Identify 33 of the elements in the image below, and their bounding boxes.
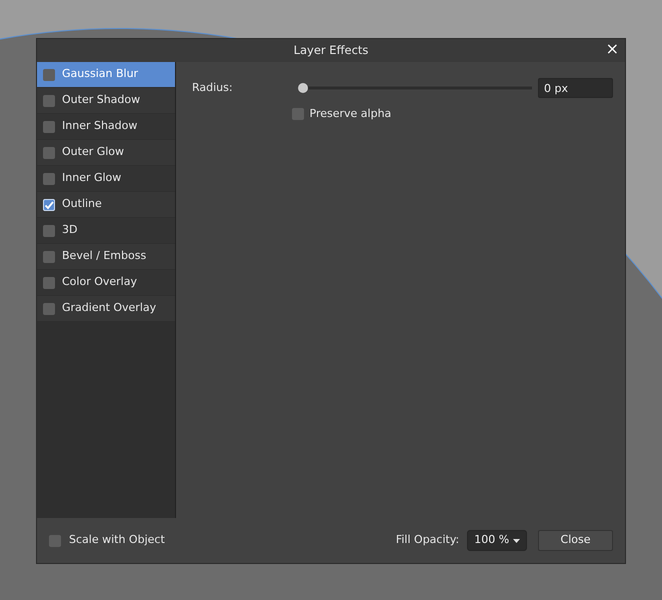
effect-list-item[interactable]: Bevel / Emboss xyxy=(37,244,175,270)
effect-list-item[interactable]: Color Overlay xyxy=(37,270,175,296)
effect-list-item[interactable]: Outer Shadow xyxy=(37,88,175,114)
effect-checkbox[interactable] xyxy=(43,146,55,158)
effect-checkbox[interactable] xyxy=(43,276,55,288)
scale-with-object-checkbox[interactable] xyxy=(49,534,61,546)
effect-list-item[interactable]: Outer Glow xyxy=(37,140,175,166)
radius-input-field[interactable]: 0 px xyxy=(538,78,613,98)
effect-list-item[interactable]: Gaussian Blur xyxy=(37,62,175,88)
preserve-alpha-checkbox[interactable] xyxy=(292,108,304,120)
fill-opacity-label: Fill Opacity: xyxy=(396,532,460,548)
close-button[interactable]: × xyxy=(604,40,621,58)
scale-with-object-label: Scale with Object xyxy=(69,532,165,548)
effect-list-item[interactable]: Gradient Overlay xyxy=(37,296,175,322)
effect-list-item[interactable]: Outline xyxy=(37,192,175,218)
effect-checkbox[interactable] xyxy=(43,302,55,314)
effect-checkbox[interactable] xyxy=(43,120,55,132)
caret-icon xyxy=(513,538,520,542)
effect-checkbox[interactable] xyxy=(43,172,55,184)
radius-label: Radius: xyxy=(192,80,234,96)
effect-checkbox[interactable] xyxy=(43,198,55,210)
window-title: Layer Effects xyxy=(294,42,368,59)
slider-thumb[interactable] xyxy=(298,83,308,93)
effect-checkbox[interactable] xyxy=(43,68,55,80)
effect-list-item[interactable]: 3D xyxy=(37,218,175,244)
effect-list-item[interactable]: Inner Shadow xyxy=(37,114,175,140)
effect-checkbox[interactable] xyxy=(43,224,55,236)
close-button[interactable]: Close xyxy=(538,530,613,551)
fill-opacity-dropdown[interactable]: 100 % xyxy=(467,530,528,551)
effect-list-item[interactable]: Inner Glow xyxy=(37,166,175,192)
preserve-alpha-label: Preserve alpha xyxy=(310,106,392,122)
effect-checkbox[interactable] xyxy=(43,94,55,106)
effect-checkbox[interactable] xyxy=(43,250,55,262)
